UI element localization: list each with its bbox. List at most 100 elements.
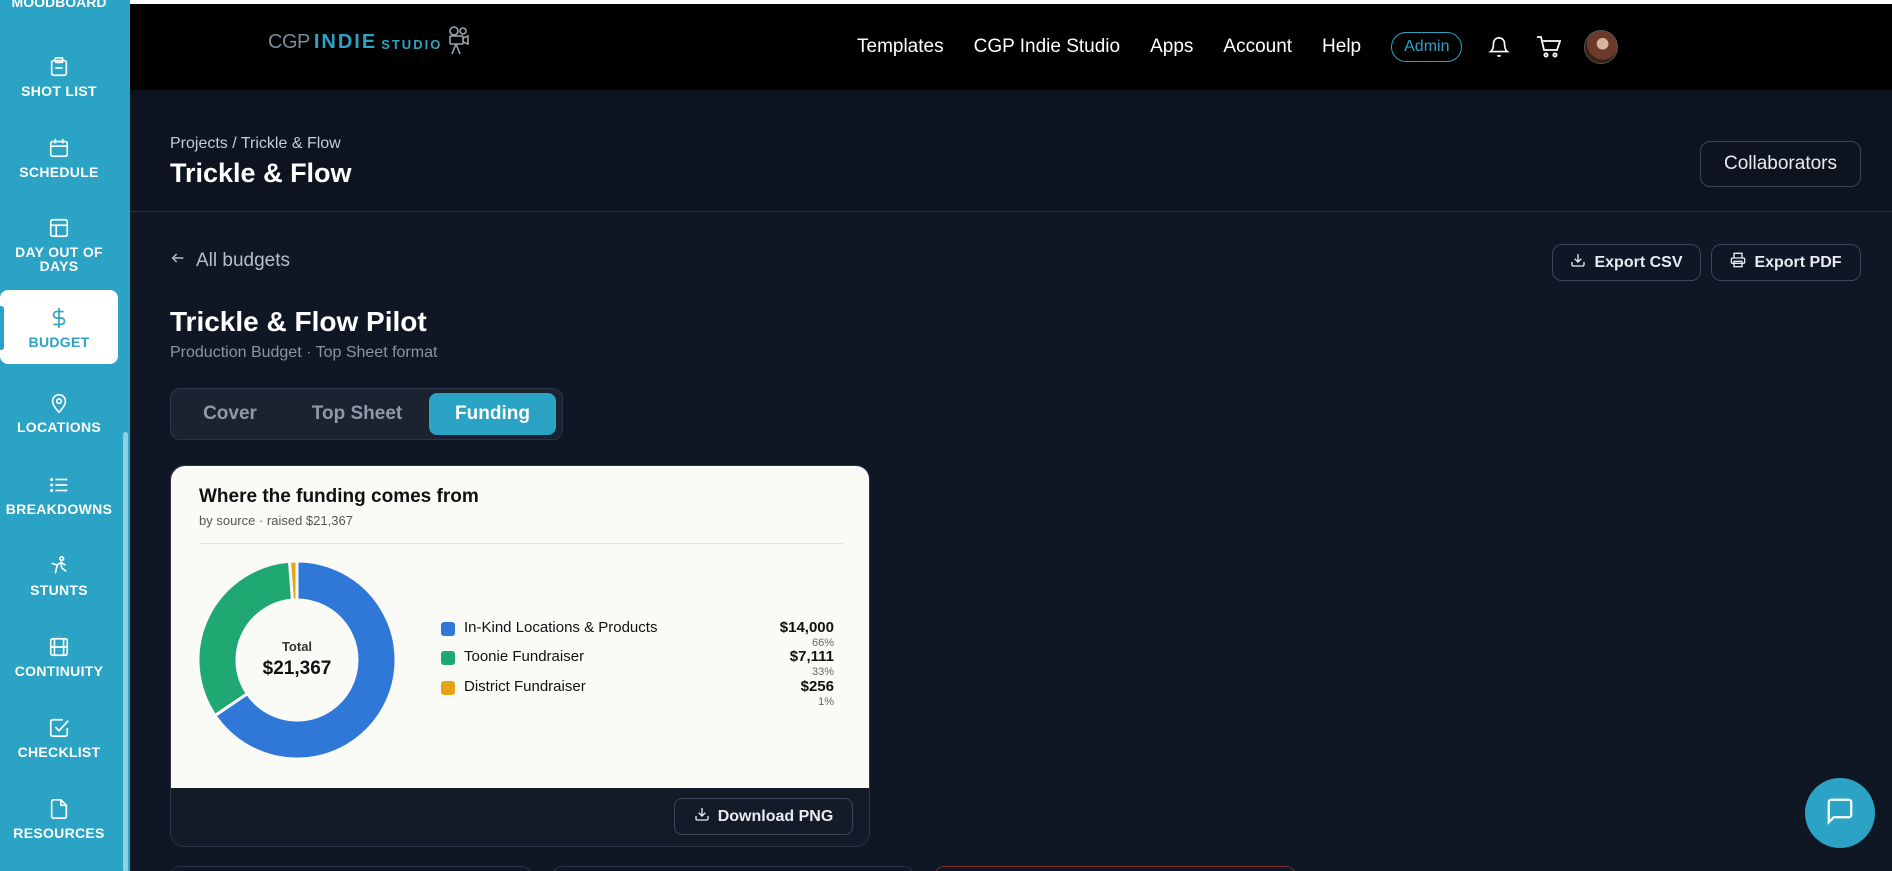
- export-pdf-button[interactable]: Export PDF: [1711, 244, 1861, 281]
- export-csv-label: Export CSV: [1594, 253, 1683, 271]
- calendar-icon: [47, 136, 71, 160]
- sidebar-item-shot-list[interactable]: SHOT LIST: [0, 38, 118, 114]
- download-icon: [694, 806, 710, 827]
- divider: [199, 543, 843, 544]
- tab-cover[interactable]: Cover: [175, 393, 285, 435]
- download-png-button[interactable]: Download PNG: [674, 798, 853, 835]
- legend-percent: 1%: [818, 696, 834, 708]
- arrow-left-icon: [170, 250, 186, 272]
- sidebar-item-continuity[interactable]: CONTINUITY: [0, 618, 118, 694]
- chat-bubble-icon: [1825, 796, 1855, 831]
- all-budgets-link[interactable]: All budgets: [170, 250, 290, 272]
- chat-button[interactable]: [1805, 778, 1875, 848]
- legend-label: Toonie Fundraiser: [464, 648, 585, 665]
- sidebar-item-locations[interactable]: LOCATIONS: [0, 374, 118, 450]
- page-header: [130, 90, 1892, 212]
- legend-swatch: [441, 681, 455, 695]
- nav-link-cgp-indie-studio[interactable]: CGP Indie Studio: [974, 36, 1120, 58]
- sidebar-item-day-out-of-days[interactable]: DAY OUT OF DAYS: [0, 206, 118, 282]
- sidebar-item-label: DAY OUT OF DAYS: [15, 243, 103, 274]
- sidebar-item-breakdowns[interactable]: BREAKDOWNS: [0, 456, 118, 532]
- sidebar-item-label: BUDGET: [28, 333, 90, 350]
- brand-logo[interactable]: CGP INDIE STUDIO: [268, 22, 470, 62]
- export-pdf-label: Export PDF: [1754, 253, 1842, 271]
- logo-text-cgp: CGP: [268, 30, 310, 53]
- sidebar-item-label: STUNTS: [30, 581, 88, 598]
- donut-total-label: Total: [281, 639, 313, 654]
- table-icon: [47, 216, 71, 240]
- logo-text-indie: INDIE: [313, 30, 378, 53]
- funding-card: Where the funding comes from by source ·…: [170, 465, 870, 847]
- legend-label: District Fundraiser: [464, 678, 586, 695]
- budget-tabs: Cover Top Sheet Funding: [170, 388, 563, 440]
- printer-icon: [1730, 252, 1746, 273]
- legend-swatch: [441, 651, 455, 665]
- next-card-peek: [552, 866, 914, 871]
- sidebar: MOODBOARD SHOT LIST SCHEDULE DAY OUT OF …: [0, 0, 130, 871]
- stunt-figure-icon: [47, 554, 71, 578]
- budget-subtitle: Production Budget · Top Sheet format: [170, 344, 438, 361]
- admin-badge[interactable]: Admin: [1391, 32, 1463, 62]
- chart-subtitle: by source · raised $21,367: [199, 513, 353, 528]
- funding-chart-panel: Where the funding comes from by source ·…: [171, 466, 869, 788]
- checkbox-icon: [47, 716, 71, 740]
- legend-item: District Fundraiser $256 1%: [441, 672, 851, 708]
- nav-link-account[interactable]: Account: [1223, 36, 1292, 58]
- legend-value: $256: [800, 678, 834, 695]
- legend-value: $7,111: [789, 648, 834, 665]
- collaborators-button[interactable]: Collaborators: [1700, 141, 1861, 187]
- sidebar-item-stunts[interactable]: STUNTS: [0, 537, 118, 613]
- sidebar-item-checklist[interactable]: CHECKLIST: [0, 699, 118, 775]
- legend-value: $14,000: [779, 619, 834, 636]
- film-camera-icon: [446, 25, 470, 60]
- breadcrumb-separator: /: [232, 135, 237, 152]
- sidebar-item-label: RESOURCES: [13, 824, 105, 841]
- page-title: Trickle & Flow: [170, 158, 352, 188]
- nav-link-templates[interactable]: Templates: [857, 36, 944, 58]
- budget-title: Trickle & Flow Pilot: [170, 306, 427, 337]
- legend-item: Toonie Fundraiser $7,111 33%: [441, 642, 851, 678]
- sidebar-scroll-thumb[interactable]: [123, 432, 128, 871]
- export-csv-button[interactable]: Export CSV: [1552, 244, 1701, 281]
- breadcrumb: Projects / Trickle & Flow: [170, 135, 341, 153]
- legend-label: In-Kind Locations & Products: [464, 619, 658, 636]
- clipboard-icon: [47, 55, 71, 79]
- top-nav: Templates CGP Indie Studio Apps Account …: [857, 4, 1619, 90]
- breadcrumb-current[interactable]: Trickle & Flow: [241, 135, 341, 152]
- sidebar-item-schedule[interactable]: SCHEDULE: [0, 119, 118, 195]
- sidebar-item-label: BREAKDOWNS: [5, 500, 113, 517]
- cart-icon[interactable]: [1534, 32, 1564, 62]
- legend-swatch: [441, 622, 455, 636]
- tab-top-sheet[interactable]: Top Sheet: [285, 393, 429, 435]
- sidebar-scrollbar[interactable]: [123, 0, 130, 871]
- breadcrumb-projects[interactable]: Projects: [170, 135, 228, 152]
- document-icon: [47, 797, 71, 821]
- legend-item: In-Kind Locations & Products $14,000 66%: [441, 613, 851, 649]
- avatar[interactable]: [1584, 30, 1619, 64]
- bell-icon[interactable]: [1484, 32, 1514, 62]
- sidebar-item-label: CONTINUITY: [14, 662, 104, 679]
- sidebar-item-moodboard-partial[interactable]: MOODBOARD: [0, 0, 118, 10]
- tab-funding[interactable]: Funding: [429, 393, 556, 435]
- chart-title: Where the funding comes from: [199, 486, 479, 507]
- donut-total-value: $21,367: [262, 658, 332, 679]
- nav-link-apps[interactable]: Apps: [1150, 36, 1193, 58]
- next-card-peek: [934, 866, 1296, 871]
- nav-link-help[interactable]: Help: [1322, 36, 1361, 58]
- sidebar-item-label: SHOT LIST: [21, 82, 97, 99]
- dollar-icon: [47, 306, 71, 330]
- list-icon: [47, 473, 71, 497]
- sidebar-item-label: CHECKLIST: [17, 743, 101, 760]
- sidebar-item-budget[interactable]: BUDGET: [0, 290, 118, 364]
- map-pin-icon: [47, 391, 71, 415]
- download-png-label: Download PNG: [717, 807, 834, 825]
- download-icon: [1570, 252, 1586, 273]
- all-budgets-label: All budgets: [196, 250, 291, 271]
- logo-text-studio: STUDIO: [381, 36, 443, 52]
- film-icon: [47, 635, 71, 659]
- sidebar-item-resources[interactable]: RESOURCES: [0, 780, 118, 856]
- sidebar-item-label: SCHEDULE: [19, 163, 99, 180]
- next-card-peek: [170, 866, 532, 871]
- donut-slice-2: [287, 560, 299, 602]
- sidebar-item-label: LOCATIONS: [16, 418, 102, 435]
